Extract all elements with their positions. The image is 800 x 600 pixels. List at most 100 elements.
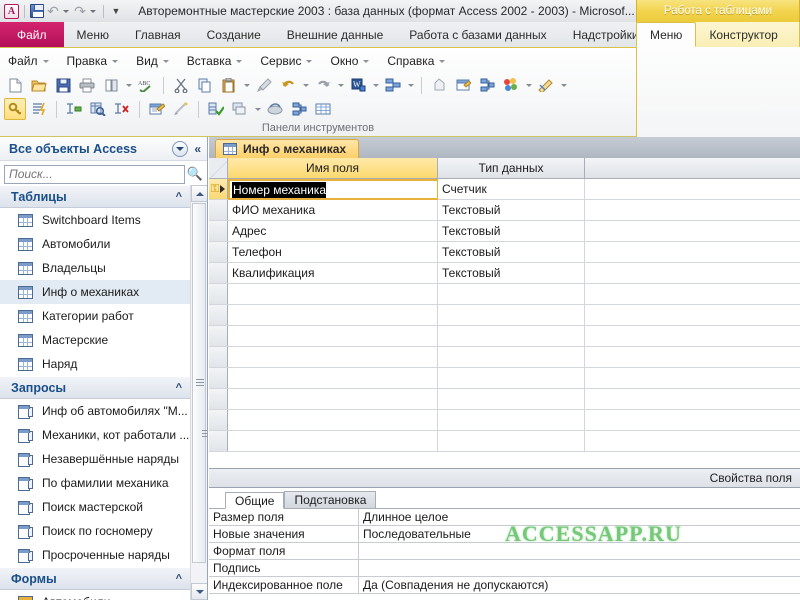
table-row[interactable]: Телефон Текстовый (209, 242, 800, 263)
undo-icon[interactable] (277, 74, 299, 96)
cell-description[interactable] (585, 431, 800, 451)
row-selector[interactable] (209, 221, 228, 241)
tab-file[interactable]: Файл (0, 22, 64, 47)
cell-description[interactable] (585, 221, 800, 241)
nav-item-inf-o-mehanikah[interactable]: Инф о механиках (0, 280, 190, 304)
cell-field-name[interactable] (228, 410, 438, 430)
cell-description[interactable] (585, 347, 800, 367)
table-row-empty[interactable] (209, 347, 800, 368)
validate-icon[interactable] (205, 98, 227, 120)
redo-icon[interactable] (312, 74, 334, 96)
property-value[interactable]: Последовательные (359, 526, 800, 542)
primary-key-icon[interactable] (4, 98, 26, 120)
property-row[interactable]: Подпись (209, 560, 800, 577)
table-row-empty[interactable] (209, 368, 800, 389)
property-row[interactable]: Размер поля Длинное целое (209, 509, 800, 526)
cell-description[interactable] (585, 368, 800, 388)
cell-description[interactable] (585, 305, 800, 325)
nav-group-queries[interactable]: Запросы ^ (0, 376, 190, 399)
analyze-icon[interactable] (382, 74, 404, 96)
build-icon[interactable] (87, 98, 109, 120)
search-input[interactable] (4, 164, 185, 184)
cell-field-name[interactable]: Номер механика (228, 179, 438, 200)
nav-item-masterskie[interactable]: Мастерские (0, 328, 190, 352)
cut-icon[interactable] (170, 74, 192, 96)
redo-dropdown-icon[interactable] (90, 9, 96, 13)
menu-edit[interactable]: Правка (59, 52, 129, 70)
print-preview-icon[interactable] (100, 74, 122, 96)
cell-description[interactable] (585, 179, 800, 199)
analyze-dropdown-icon[interactable] (406, 74, 415, 96)
new-icon[interactable] (4, 74, 26, 96)
help-designer-dropdown-icon[interactable] (559, 74, 568, 96)
redo-icon[interactable]: ↷ (73, 4, 87, 18)
menu-file[interactable]: Файл (0, 52, 59, 70)
property-value[interactable]: Длинное целое (359, 509, 800, 525)
cell-description[interactable] (585, 242, 800, 262)
cell-field-name[interactable]: Телефон (228, 242, 438, 262)
table-row-empty[interactable] (209, 305, 800, 326)
row-selector[interactable] (209, 368, 228, 388)
cell-field-name[interactable] (228, 389, 438, 409)
property-row[interactable]: Новые значения Последовательные (209, 526, 800, 543)
column-header-description[interactable] (585, 158, 800, 178)
property-row[interactable]: Формат поля (209, 543, 800, 560)
objects-icon[interactable] (229, 98, 251, 120)
cell-field-name[interactable] (228, 305, 438, 325)
table-row[interactable]: Адрес Текстовый (209, 221, 800, 242)
print-icon[interactable] (76, 74, 98, 96)
format-painter-icon[interactable] (253, 74, 275, 96)
new-object-dropdown-icon[interactable] (524, 74, 533, 96)
cell-field-name[interactable] (228, 431, 438, 451)
row-selector[interactable] (209, 431, 228, 451)
help-designer-icon[interactable] (535, 74, 557, 96)
search-icon[interactable]: 🔍 (185, 166, 205, 182)
table-row-empty[interactable] (209, 410, 800, 431)
cell-data-type[interactable] (438, 389, 585, 409)
cell-field-name[interactable] (228, 326, 438, 346)
nav-item-kategorii-rabot[interactable]: Категории работ (0, 304, 190, 328)
nav-item-switchboard-items[interactable]: Switchboard Items (0, 208, 190, 232)
collapse-pane-icon[interactable]: « (194, 142, 203, 156)
row-selector[interactable] (209, 305, 228, 325)
undo-icon[interactable]: ↶ (46, 4, 60, 18)
row-selector[interactable] (209, 410, 228, 430)
undo-dropdown-icon[interactable] (63, 9, 69, 13)
row-selector[interactable] (209, 263, 228, 283)
nav-item-query-3[interactable]: Незавершённые наряды (0, 447, 190, 471)
nav-item-form-avtomobili[interactable]: Автомобили (0, 590, 190, 600)
cell-field-name[interactable] (228, 284, 438, 304)
relationships-icon[interactable] (288, 98, 310, 120)
copy-icon[interactable] (194, 74, 216, 96)
table-row[interactable]: ⚿ Номер механика Счетчик (209, 179, 800, 200)
save-icon[interactable] (52, 74, 74, 96)
cell-field-name[interactable]: Адрес (228, 221, 438, 241)
table-row-empty[interactable] (209, 326, 800, 347)
table-row[interactable]: Квалификация Текстовый (209, 263, 800, 284)
cell-field-name[interactable]: ФИО механика (228, 200, 438, 220)
cell-data-type[interactable] (438, 326, 585, 346)
objects-dropdown-icon[interactable] (253, 98, 262, 120)
property-value[interactable] (359, 560, 800, 576)
property-value[interactable]: Да (Совпадения не допускаются) (359, 577, 800, 593)
insert-rows-icon[interactable] (63, 98, 85, 120)
cell-data-type[interactable] (438, 368, 585, 388)
cell-field-name[interactable] (228, 347, 438, 367)
cell-data-type[interactable] (438, 347, 585, 367)
cell-description[interactable] (585, 326, 800, 346)
properties-icon[interactable] (452, 74, 474, 96)
tab-external-data[interactable]: Внешние данные (274, 22, 397, 47)
open-icon[interactable] (28, 74, 50, 96)
nav-item-vladelcy[interactable]: Владельцы (0, 256, 190, 280)
cell-data-type[interactable]: Текстовый (438, 242, 585, 262)
property-row[interactable]: Индексированное поле Да (Совпадения не д… (209, 577, 800, 594)
datasheet-view-icon[interactable] (312, 98, 334, 120)
cell-description[interactable] (585, 410, 800, 430)
cell-description[interactable] (585, 389, 800, 409)
customize-qat-icon[interactable]: ▼ (109, 4, 123, 18)
paste-icon[interactable] (218, 74, 240, 96)
tab-ctx-menu[interactable]: Меню (636, 22, 697, 47)
cell-data-type[interactable] (438, 284, 585, 304)
property-value[interactable] (359, 543, 800, 559)
scrollbar-thumb[interactable] (192, 203, 206, 563)
